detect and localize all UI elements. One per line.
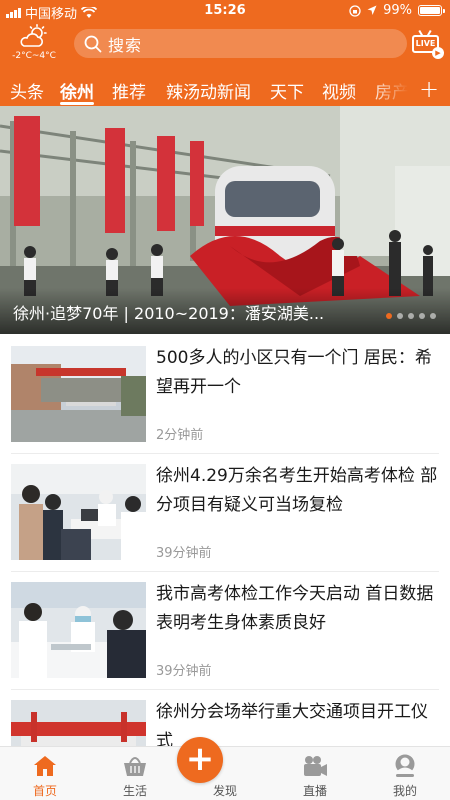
- news-title: 500多人的小区只有一个门 居民：希望再开一个: [156, 348, 432, 397]
- app-header: 中国移动 15:26 99% -2°C~4°C 搜索 LIVE ▶ 头条 徐州 …: [0, 0, 450, 106]
- tab-xuzhou[interactable]: 徐州: [60, 78, 94, 103]
- basket-icon: [124, 757, 146, 776]
- news-thumbnail: [11, 346, 146, 442]
- carousel-dot[interactable]: [397, 313, 403, 319]
- user-icon: [395, 754, 415, 777]
- news-time: 39分钟前: [156, 546, 212, 561]
- carousel-dot[interactable]: [419, 313, 425, 319]
- carousel-indicator: [386, 313, 436, 319]
- search-input[interactable]: 搜索: [74, 29, 407, 58]
- nav-home[interactable]: 首页: [5, 747, 85, 800]
- play-icon: ▶: [432, 47, 444, 59]
- plus-icon: +: [177, 737, 223, 783]
- search-placeholder: 搜索: [108, 35, 143, 55]
- tab-headlines[interactable]: 头条: [10, 78, 44, 103]
- list-item[interactable]: 500多人的小区只有一个门 居民：希望再开一个 2分钟前: [0, 334, 450, 452]
- home-icon: [34, 756, 56, 776]
- hero-title: 徐州·追梦70年 | 2010~2019：潘安湖美...: [13, 304, 325, 323]
- live-tv-button[interactable]: LIVE ▶: [411, 29, 444, 59]
- news-title: 我市高考体检工作今天启动 首日数据表明考生身体素质良好: [156, 584, 434, 633]
- nav-discover[interactable]: + 发现: [177, 737, 265, 800]
- nav-life[interactable]: 生活: [95, 747, 175, 800]
- battery-percent: 99%: [383, 3, 412, 18]
- tab-world[interactable]: 天下: [270, 78, 304, 103]
- news-time: 39分钟前: [156, 664, 212, 679]
- news-time: 2分钟前: [156, 428, 204, 443]
- carousel-dot[interactable]: [386, 313, 392, 319]
- news-thumbnail: [11, 464, 146, 560]
- weather-temperature: -2°C~4°C: [12, 51, 56, 61]
- list-item[interactable]: 徐州分会场举行重大交通项目开工仪式: [0, 688, 450, 746]
- nav-label: 首页: [32, 784, 57, 798]
- tabs-fade: [368, 72, 408, 106]
- bottom-navigation: 首页 生活 + 发现 直播 我的: [0, 737, 450, 800]
- tab-recommended[interactable]: 推荐: [112, 78, 146, 103]
- nav-label: 我的: [392, 784, 417, 798]
- nav-live[interactable]: 直播: [275, 747, 355, 800]
- nav-profile[interactable]: 我的: [365, 747, 445, 800]
- news-thumbnail: [11, 582, 146, 678]
- list-item[interactable]: 徐州4.29万余名考生开始高考体检 部分项目有疑义可当场复检 39分钟前: [0, 452, 450, 570]
- news-thumbnail: [11, 700, 146, 746]
- status-bar: 中国移动 15:26 99%: [0, 0, 450, 22]
- active-tab-indicator: [60, 102, 94, 105]
- nav-label: 直播: [302, 784, 327, 798]
- news-list: 500多人的小区只有一个门 居民：希望再开一个 2分钟前 徐州4.29万余名考生…: [0, 334, 450, 746]
- carousel-dot[interactable]: [408, 313, 414, 319]
- hero-banner[interactable]: 徐州·追梦70年 | 2010~2019：潘安湖美...: [0, 106, 450, 334]
- weather-widget[interactable]: -2°C~4°C: [8, 24, 60, 68]
- location-icon: [367, 5, 377, 15]
- carousel-dot[interactable]: [430, 313, 436, 319]
- battery-icon: [418, 5, 445, 16]
- rotation-lock-icon: [349, 4, 361, 17]
- tab-latang-news[interactable]: 辣汤动新闻: [166, 78, 251, 103]
- tab-video[interactable]: 视频: [322, 78, 356, 103]
- video-camera-icon: [304, 756, 327, 776]
- nav-label: 发现: [212, 784, 237, 798]
- partly-cloudy-icon: [20, 24, 47, 47]
- nav-label: 生活: [122, 784, 147, 798]
- search-icon: [84, 35, 102, 52]
- news-title: 徐州4.29万余名考生开始高考体检 部分项目有疑义可当场复检: [156, 466, 438, 515]
- list-item[interactable]: 我市高考体检工作今天启动 首日数据表明考生身体素质良好 39分钟前: [0, 570, 450, 688]
- add-channel-button[interactable]: +: [414, 74, 444, 104]
- channel-tabs: 头条 徐州 推荐 辣汤动新闻 天下 视频 房产 +: [0, 72, 450, 106]
